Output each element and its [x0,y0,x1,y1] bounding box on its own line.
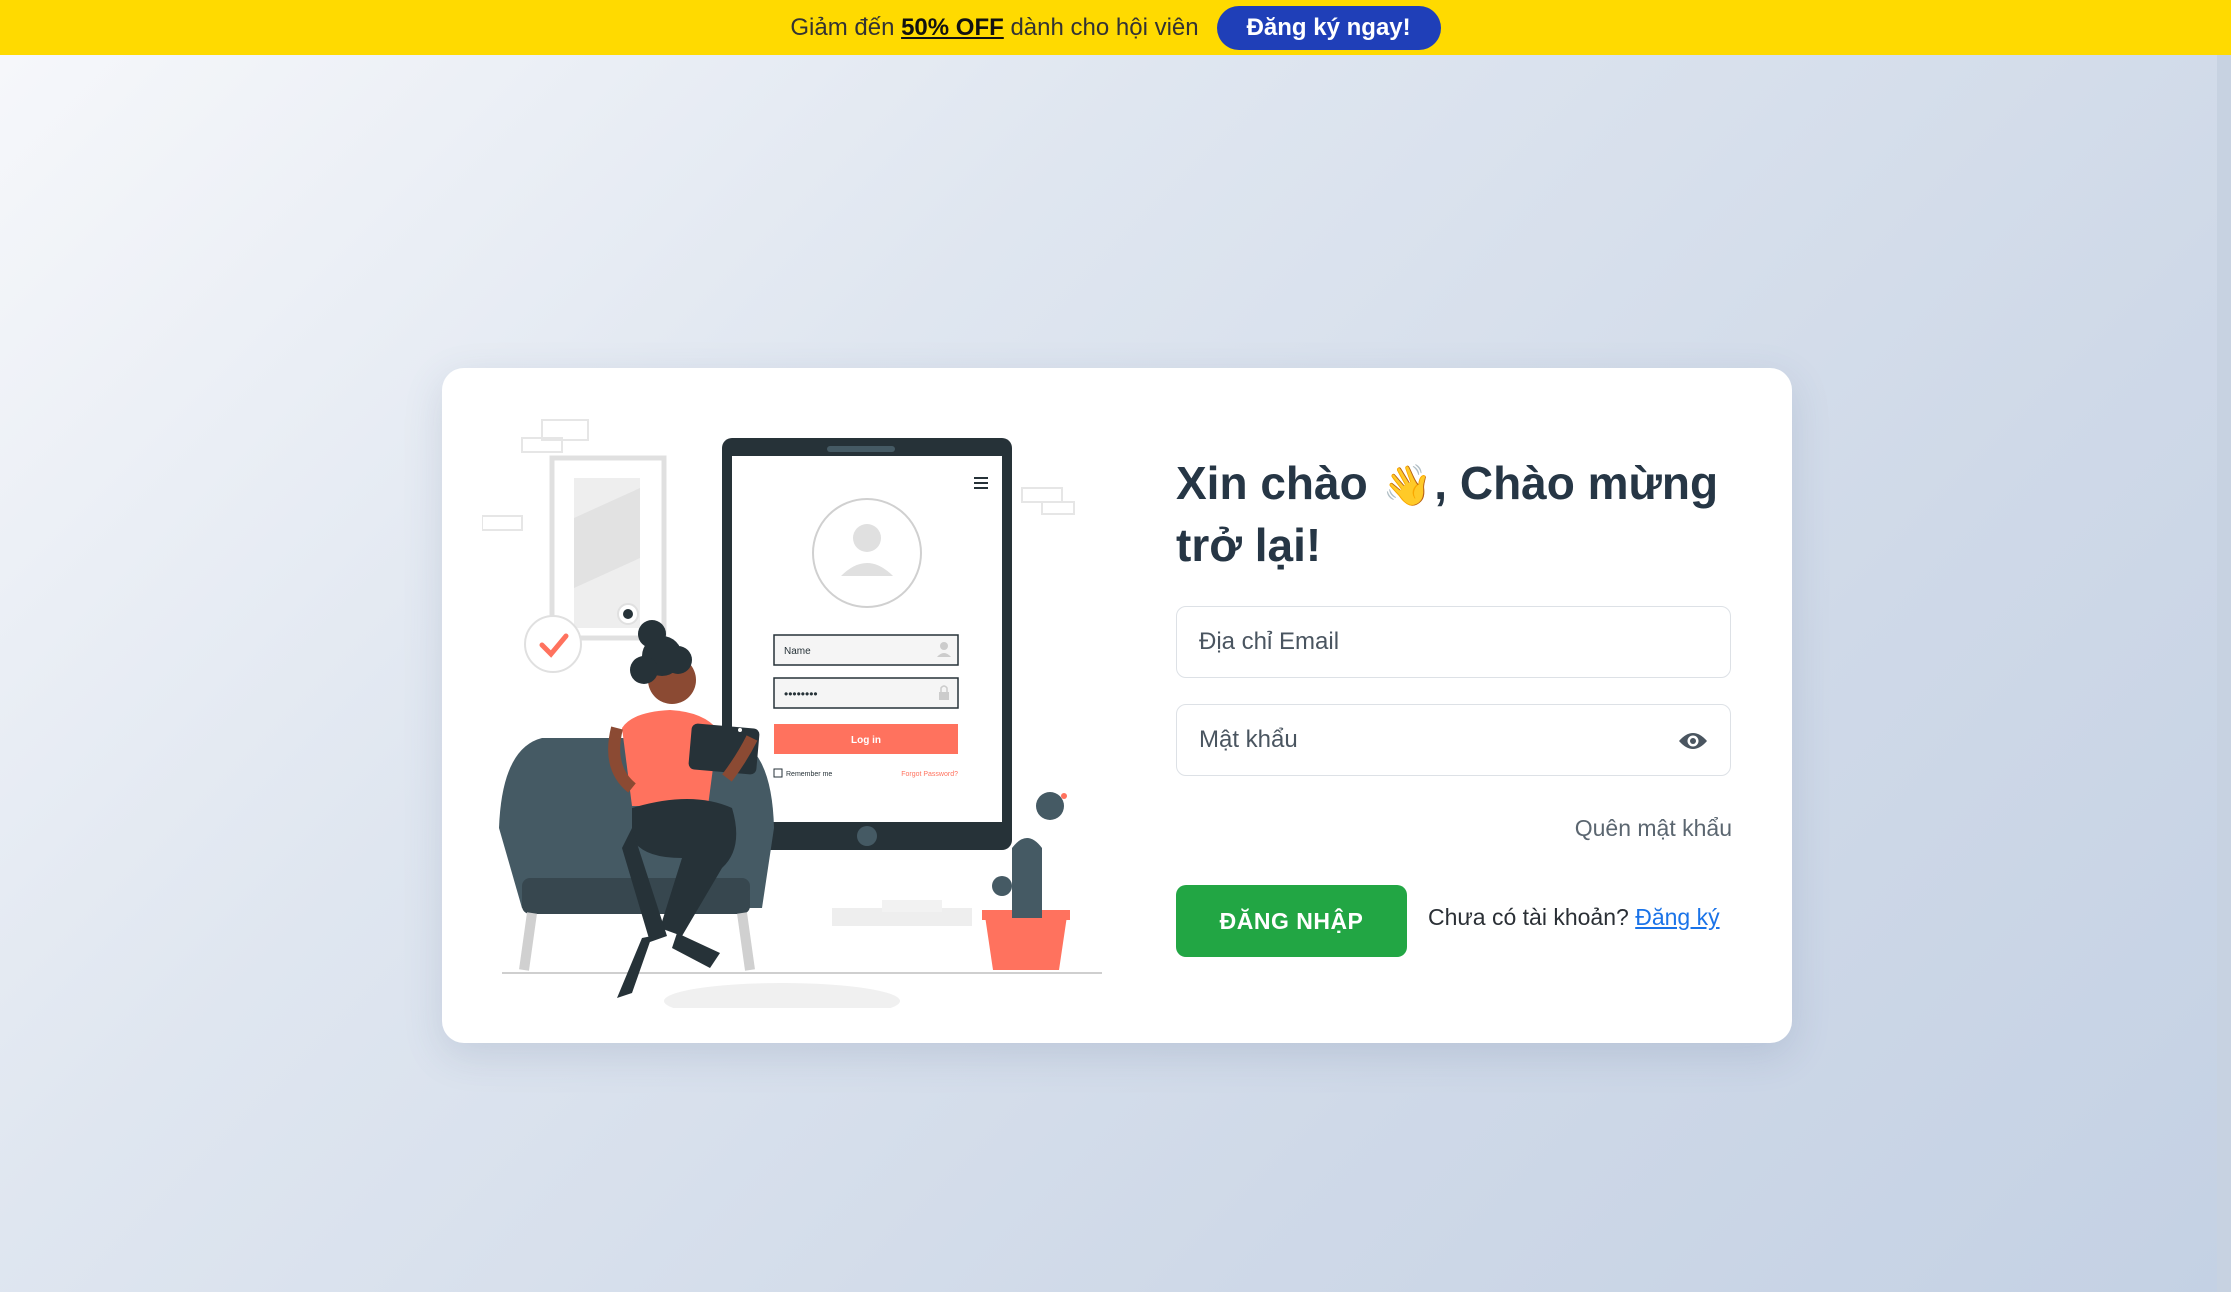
login-card: Name •••••••• Log in Remember me Forgot … [442,368,1792,1043]
user-avatar-icon [812,498,922,608]
login-title: Xin chào 👋, Chào mừng trở lại! [1176,457,1719,571]
signup-link[interactable]: Đăng ký [1635,904,1719,930]
promo-text: Giảm đến 50% OFF dành cho hội viên [790,13,1199,41]
email-placeholder: Địa chỉ Email [1199,628,1340,655]
scrollbar-track[interactable] [2217,55,2231,1292]
promo-signup-button[interactable]: Đăng ký ngay! [1216,5,1441,50]
email-field[interactable]: Địa chỉ Email [1176,606,1731,678]
login-button[interactable]: ĐĂNG NHẬP [1176,885,1407,957]
promo-banner: Giảm đến 50% OFF dành cho hội viên Đăng … [0,0,2231,55]
waving-hand-icon: 👋 [1382,464,1433,508]
login-illustration: Name •••••••• Log in Remember me Forgot … [482,419,1102,1008]
forgot-password-link[interactable]: Quên mật khẩu [1575,815,1732,842]
mockup-forgot-label: Forgot Password? [901,771,958,778]
eye-icon[interactable] [1678,731,1708,751]
mockup-name-label: Name [784,646,811,657]
signup-prompt: Chưa có tài khoản? Đăng ký [1428,904,1720,931]
mockup-remember-label: Remember me [786,771,832,778]
password-field[interactable]: Mật khẩu [1176,704,1731,776]
mockup-password-dots: •••••••• [784,687,818,701]
mockup-login-button: Log in [851,735,881,746]
no-account-text: Chưa có tài khoản? [1428,904,1636,930]
password-placeholder: Mật khẩu [1199,726,1298,753]
promo-highlight: 50% OFF [901,13,1004,41]
